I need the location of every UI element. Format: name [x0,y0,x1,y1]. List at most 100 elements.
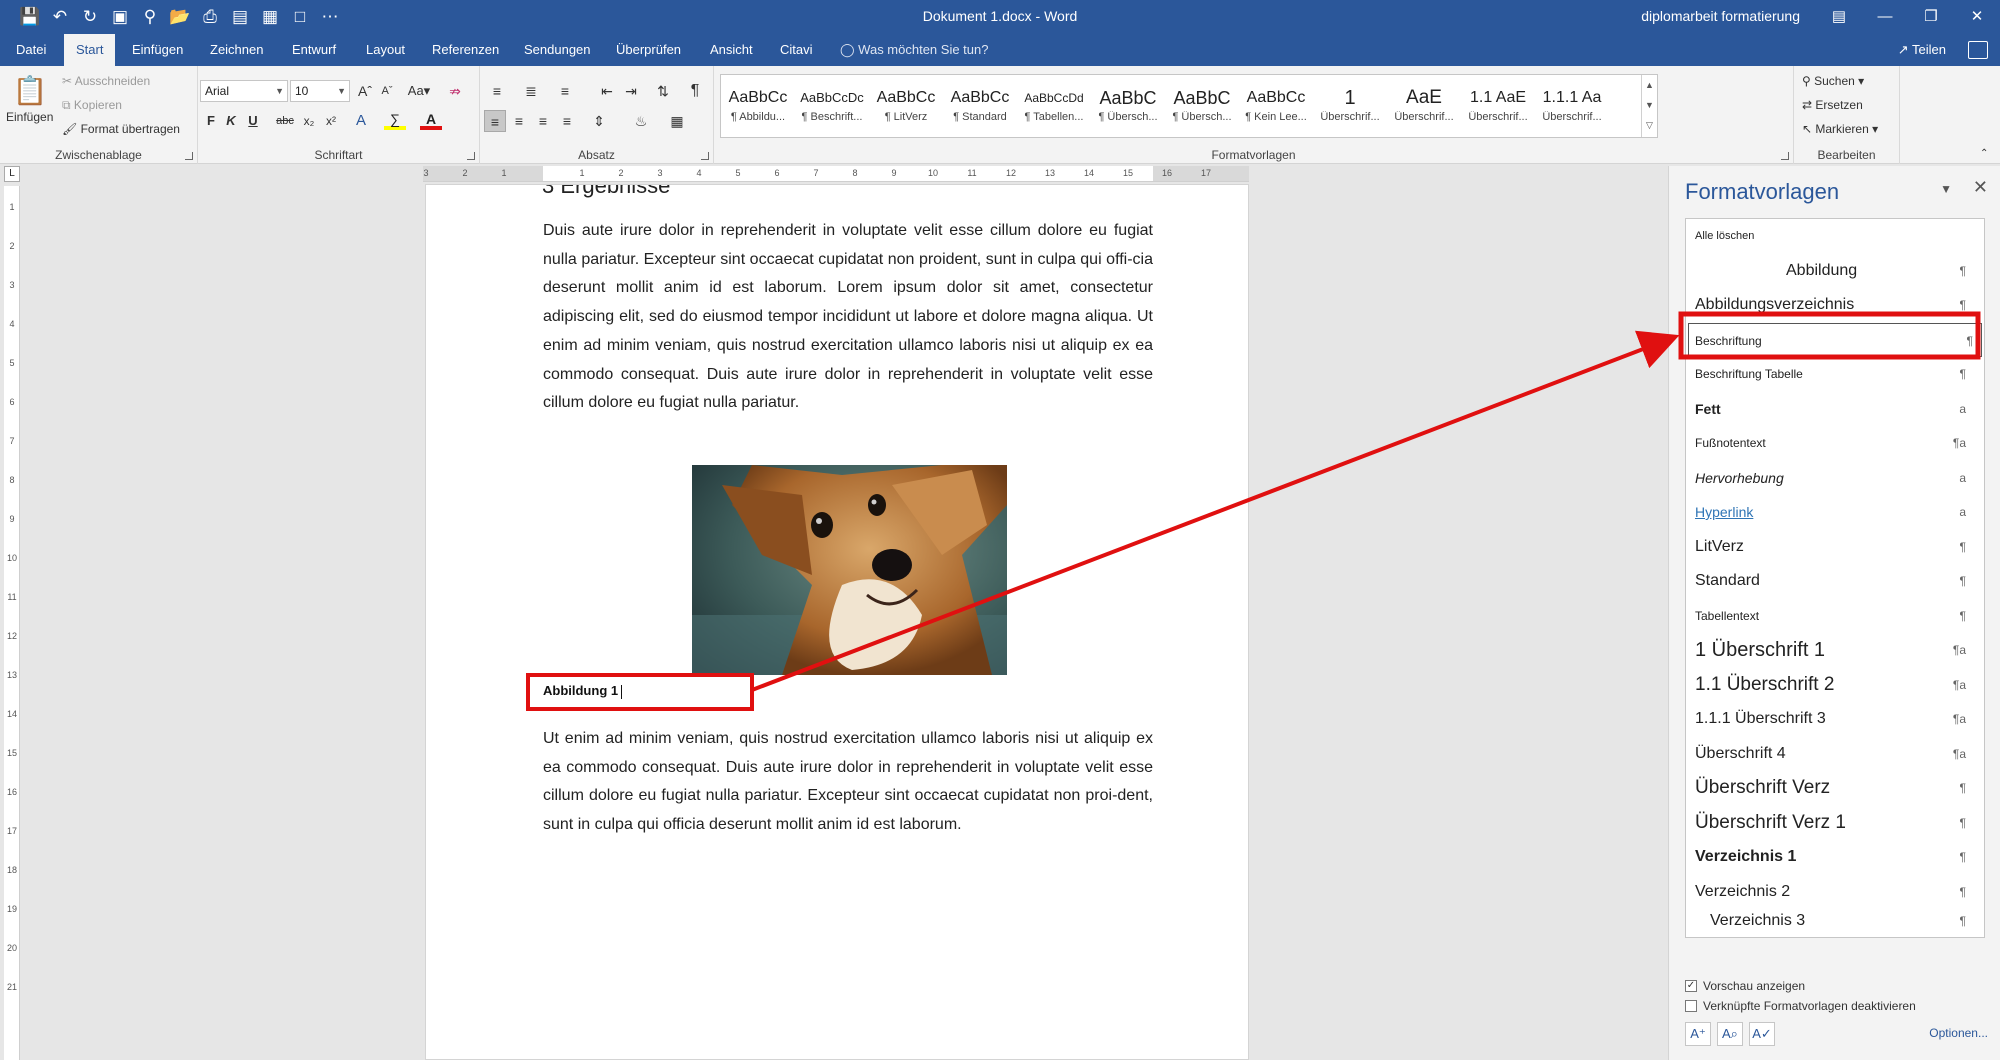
clear-format-icon[interactable]: ⇏ [444,80,466,102]
close-icon[interactable]: ✕ [1954,0,2000,34]
dialog-launcher-icon[interactable] [1781,152,1789,160]
style-hervorhebung[interactable]: Hervorhebung a [1686,461,1984,496]
grow-font-icon[interactable]: Aˆ [354,80,376,102]
chevron-down-icon[interactable]: ▼ [1642,95,1657,115]
shrink-font-icon[interactable]: Aˇ [376,80,398,102]
style-ueberschrift-4[interactable]: Überschrift 4 ¶a [1686,737,1984,772]
cut-button[interactable]: ✂ Ausschneiden [62,74,150,88]
comment-icon[interactable] [1968,41,1988,59]
style-verzeichnis-3[interactable]: Verzeichnis 3 ¶ [1686,904,1984,939]
gallery-style-ueberschrift-4[interactable]: 1.1.1 Aa Überschrif... [1535,75,1609,137]
style-fett[interactable]: Fett a [1686,392,1984,427]
show-preview-checkbox[interactable]: ✓ Vorschau anzeigen [1685,976,1991,996]
body-paragraph-2[interactable]: Ut enim ad minim veniam, quis nostrud ex… [543,725,1153,840]
strikethrough-button[interactable]: abc [274,110,296,132]
sort-icon[interactable]: ⇅ [652,80,674,102]
tab-selector[interactable]: L [4,166,20,182]
font-size-select[interactable]: 10 ▼ [290,80,350,102]
line-spacing-icon[interactable]: ⇕ [588,110,610,132]
style-ueberschrift-3[interactable]: 1.1.1 Überschrift 3 ¶a [1686,702,1984,737]
style-clear-all[interactable]: Alle löschen [1686,219,1984,254]
disable-linked-styles-checkbox[interactable]: Verknüpfte Formatvorlagen deaktivieren [1685,996,1991,1016]
tab-citavi[interactable]: Citavi [768,34,825,66]
superscript-button[interactable]: x² [320,110,342,132]
dialog-launcher-icon[interactable] [467,152,475,160]
format-painter-button[interactable]: 🖌 Format übertragen [62,122,180,136]
gallery-style-ueberschrift-3[interactable]: 1.1 AaE Überschrif... [1461,75,1535,137]
style-abbildung[interactable]: Abbildung ¶ [1686,254,1984,289]
style-abbildungsverzeichnis[interactable]: Abbildungsverzeichnis ¶ [1686,288,1984,323]
vertical-ruler[interactable]: 1 2 3 4 5 6 7 8 9 10 11 12 13 14 15 16 1… [4,186,20,1060]
ribbon-display-icon[interactable]: ▤ [1816,0,1862,34]
align-left-icon[interactable]: ≡ [484,110,506,132]
document-page[interactable]: 3 Ergebnisse Duis aute irure dolor in re… [425,184,1249,1060]
restore-icon[interactable]: ❐ [1908,0,1954,34]
tab-sendungen[interactable]: Sendungen [512,34,603,66]
style-standard[interactable]: Standard ¶ [1686,564,1984,599]
align-right-icon[interactable]: ≡ [532,110,554,132]
minimize-icon[interactable]: — [1862,0,1908,34]
new-style-icon[interactable]: A⁺ [1685,1022,1711,1046]
tab-einfuegen[interactable]: Einfügen [120,34,195,66]
increase-indent-icon[interactable]: ⇥ [620,80,642,102]
justify-icon[interactable]: ≡ [556,110,578,132]
dialog-launcher-icon[interactable] [185,152,193,160]
style-fussnotentext[interactable]: Fußnotentext ¶a [1686,426,1984,461]
style-ueberschrift-2[interactable]: 1.1 Überschrift 2 ¶a [1686,668,1984,703]
style-ueberschrift-1[interactable]: 1 Überschrift 1 ¶a [1686,633,1984,668]
subscript-button[interactable]: x₂ [298,110,320,132]
gallery-style-kein-leerraum[interactable]: AaBbCc ¶ Kein Lee... [1239,75,1313,137]
gallery-style-ueberschrift-a[interactable]: AaBbC ¶ Übersch... [1091,75,1165,137]
tab-layout[interactable]: Layout [354,34,417,66]
figure-caption[interactable]: Abbildung 1 [543,683,623,699]
replace-button[interactable]: ⇄ Ersetzen [1802,98,1863,112]
collapse-ribbon-icon[interactable]: ⌃ [1980,148,1988,159]
numbering-icon[interactable]: ≣ [520,80,542,102]
tab-start[interactable]: Start [64,34,116,66]
decrease-indent-icon[interactable]: ⇤ [596,80,618,102]
copy-button[interactable]: ⧉ Kopieren [62,98,122,113]
italic-button[interactable]: K [220,110,242,132]
font-color-icon[interactable]: A [420,110,442,130]
select-button[interactable]: ↖ Markieren ▾ [1802,122,1878,136]
tab-referenzen[interactable]: Referenzen [420,34,511,66]
style-ueberschrift-verz-1[interactable]: Überschrift Verz 1 ¶ [1686,806,1984,841]
dog-photo[interactable] [692,465,1007,675]
show-formatting-icon[interactable]: ¶ [684,80,706,102]
chevron-up-icon[interactable]: ▲ [1642,75,1657,95]
pane-options-icon[interactable]: ▼ [1940,182,1952,196]
underline-button[interactable]: U [242,110,264,132]
close-icon[interactable]: ✕ [1973,177,1988,198]
style-inspector-icon[interactable]: A⌕ [1717,1022,1743,1046]
font-family-select[interactable]: Arial ▼ [200,80,288,102]
options-link[interactable]: Optionen... [1929,1026,1988,1040]
manage-styles-icon[interactable]: A✓ [1749,1022,1775,1046]
style-tabellentext[interactable]: Tabellentext ¶ [1686,599,1984,634]
gallery-style-tabellentext[interactable]: AaBbCcDd ¶ Tabellen... [1017,75,1091,137]
highlight-icon[interactable]: ∑ [384,110,406,130]
multilevel-list-icon[interactable]: ≡ [554,80,576,102]
account-name[interactable]: diplomarbeit formatierung [1641,8,1800,24]
style-beschriftung-tabelle[interactable]: Beschriftung Tabelle ¶ [1686,357,1984,392]
tab-datei[interactable]: Datei [4,34,58,66]
tab-ansicht[interactable]: Ansicht [698,34,765,66]
gallery-style-standard[interactable]: AaBbCc ¶ Standard [943,75,1017,137]
gallery-style-beschriftung[interactable]: AaBbCcDc ¶ Beschrift... [795,75,869,137]
tab-zeichnen[interactable]: Zeichnen [198,34,275,66]
style-verzeichnis-1[interactable]: Verzeichnis 1 ¶ [1686,840,1984,875]
style-beschriftung[interactable]: Beschriftung ¶ [1688,322,1982,357]
horizontal-ruler[interactable]: 3 2 1 1 2 3 4 5 6 7 8 9 10 11 12 13 14 1… [423,166,1249,182]
style-hyperlink[interactable]: Hyperlink a [1686,495,1984,530]
tell-me-box[interactable]: ◯ Was möchten Sie tun? [840,34,988,66]
tab-ueberpruefen[interactable]: Überprüfen [604,34,693,66]
gallery-scroll[interactable]: ▲ ▼ ▽ [1641,75,1657,137]
paste-button[interactable]: Einfügen [6,110,53,124]
expand-gallery-icon[interactable]: ▽ [1642,115,1657,135]
bullets-icon[interactable]: ≡ [486,80,508,102]
paste-icon[interactable]: 📋 [10,74,50,108]
style-list[interactable]: Alle löschen Abbildung ¶ Abbildungsverzei… [1685,218,1985,938]
gallery-style-ueberschrift-2[interactable]: AaE Überschrif... [1387,75,1461,137]
style-litverz[interactable]: LitVerz ¶ [1686,530,1984,565]
share-button[interactable]: ↗ Teilen [1898,34,1946,66]
gallery-style-litverz[interactable]: AaBbCc ¶ LitVerz [869,75,943,137]
